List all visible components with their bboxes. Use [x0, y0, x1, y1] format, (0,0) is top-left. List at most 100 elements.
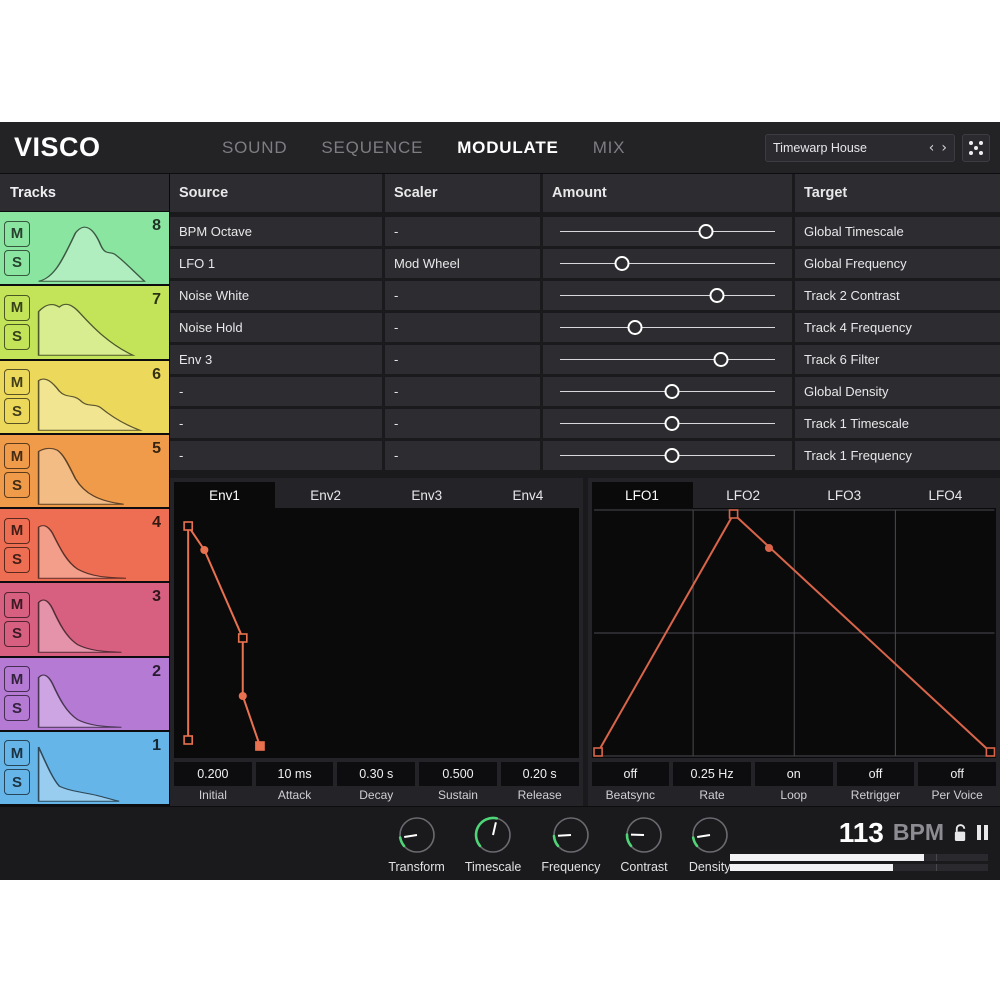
- track-row[interactable]: MS3: [0, 583, 169, 657]
- solo-button[interactable]: S: [4, 769, 30, 795]
- knob-dial[interactable]: [549, 813, 593, 857]
- mute-button[interactable]: M: [4, 518, 30, 544]
- mod-scaler-cell[interactable]: Mod Wheel: [385, 249, 540, 278]
- slider-handle[interactable]: [628, 320, 643, 335]
- mod-source-cell[interactable]: Noise White: [170, 281, 382, 310]
- track-row[interactable]: MS8: [0, 212, 169, 286]
- mod-scaler-cell[interactable]: -: [385, 313, 540, 342]
- envelope-decay-value[interactable]: 0.30 s: [337, 762, 415, 786]
- lfo-tab-lfo3[interactable]: LFO3: [794, 482, 895, 508]
- unlock-icon[interactable]: [953, 823, 968, 842]
- mod-scaler-cell[interactable]: -: [385, 377, 540, 406]
- mod-source-cell[interactable]: BPM Octave: [170, 217, 382, 246]
- mod-target-cell[interactable]: Global Timescale: [795, 217, 1000, 246]
- mod-source-cell[interactable]: -: [170, 409, 382, 438]
- mod-scaler-cell[interactable]: -: [385, 281, 540, 310]
- track-row[interactable]: MS1: [0, 732, 169, 806]
- mute-button[interactable]: M: [4, 592, 30, 618]
- knob-dial[interactable]: [471, 813, 515, 857]
- mod-target-cell[interactable]: Track 1 Timescale: [795, 409, 1000, 438]
- lfo-rate-value[interactable]: 0.25 Hz: [673, 762, 751, 786]
- mod-source-cell[interactable]: Noise Hold: [170, 313, 382, 342]
- mod-source-cell[interactable]: -: [170, 441, 382, 470]
- preset-prev-icon[interactable]: ‹: [929, 141, 935, 155]
- mod-target-cell[interactable]: Track 6 Filter: [795, 345, 1000, 374]
- mod-target-cell[interactable]: Global Frequency: [795, 249, 1000, 278]
- slider-handle[interactable]: [699, 224, 714, 239]
- curve-node[interactable]: [986, 748, 994, 756]
- mod-scaler-cell[interactable]: -: [385, 441, 540, 470]
- envelope-tab-env1[interactable]: Env1: [174, 482, 275, 508]
- tab-mix[interactable]: MIX: [593, 138, 626, 158]
- solo-button[interactable]: S: [4, 547, 30, 573]
- mod-source-cell[interactable]: Env 3: [170, 345, 382, 374]
- mod-scaler-cell[interactable]: -: [385, 409, 540, 438]
- slider-handle[interactable]: [664, 384, 679, 399]
- lfo-per-voice-value[interactable]: off: [918, 762, 996, 786]
- mod-target-cell[interactable]: Track 1 Frequency: [795, 441, 1000, 470]
- curve-node[interactable]: [200, 546, 208, 554]
- curve-node[interactable]: [239, 692, 247, 700]
- envelope-graph[interactable]: [174, 508, 579, 758]
- slider-handle[interactable]: [664, 448, 679, 463]
- envelope-initial-value[interactable]: 0.200: [174, 762, 252, 786]
- knob-timescale[interactable]: Timescale: [465, 813, 522, 874]
- knob-dial[interactable]: [688, 813, 732, 857]
- lfo-retrigger-value[interactable]: off: [837, 762, 915, 786]
- envelope-tab-env4[interactable]: Env4: [477, 482, 578, 508]
- preset-selector[interactable]: Timewarp House ‹ ›: [765, 134, 955, 162]
- envelope-sustain-value[interactable]: 0.500: [419, 762, 497, 786]
- amount-slider[interactable]: [552, 281, 783, 310]
- mute-button[interactable]: M: [4, 369, 30, 395]
- knob-dial[interactable]: [395, 813, 439, 857]
- knob-density[interactable]: Density: [688, 813, 732, 874]
- mute-button[interactable]: M: [4, 740, 30, 766]
- envelope-release-value[interactable]: 0.20 s: [501, 762, 579, 786]
- slider-handle[interactable]: [664, 416, 679, 431]
- slider-handle[interactable]: [714, 352, 729, 367]
- track-row[interactable]: MS6: [0, 361, 169, 435]
- slider-handle[interactable]: [615, 256, 630, 271]
- curve-node[interactable]: [184, 522, 192, 530]
- amount-slider[interactable]: [552, 217, 783, 246]
- preset-next-icon[interactable]: ›: [941, 141, 947, 155]
- lfo-tab-lfo4[interactable]: LFO4: [895, 482, 996, 508]
- lfo-beatsync-value[interactable]: off: [592, 762, 670, 786]
- envelope-attack-value[interactable]: 10 ms: [256, 762, 334, 786]
- tab-sound[interactable]: SOUND: [222, 138, 287, 158]
- amount-slider[interactable]: [552, 313, 783, 342]
- solo-button[interactable]: S: [4, 324, 30, 350]
- curve-node[interactable]: [594, 748, 602, 756]
- envelope-tab-env3[interactable]: Env3: [376, 482, 477, 508]
- pause-icon[interactable]: [977, 825, 988, 840]
- track-row[interactable]: MS4: [0, 509, 169, 583]
- knob-frequency[interactable]: Frequency: [541, 813, 600, 874]
- curve-node[interactable]: [239, 634, 247, 642]
- mod-target-cell[interactable]: Track 4 Frequency: [795, 313, 1000, 342]
- knob-transform[interactable]: Transform: [388, 813, 445, 874]
- knob-dial[interactable]: [622, 813, 666, 857]
- amount-slider[interactable]: [552, 377, 783, 406]
- lfo-graph[interactable]: [592, 508, 997, 758]
- lfo-loop-value[interactable]: on: [755, 762, 833, 786]
- mod-source-cell[interactable]: LFO 1: [170, 249, 382, 278]
- tab-modulate[interactable]: MODULATE: [457, 138, 558, 158]
- curve-node[interactable]: [764, 544, 772, 552]
- curve-node[interactable]: [256, 742, 264, 750]
- lfo-tab-lfo2[interactable]: LFO2: [693, 482, 794, 508]
- solo-button[interactable]: S: [4, 398, 30, 424]
- bpm-value[interactable]: 113: [839, 817, 884, 849]
- mod-scaler-cell[interactable]: -: [385, 345, 540, 374]
- tab-sequence[interactable]: SEQUENCE: [321, 138, 423, 158]
- solo-button[interactable]: S: [4, 472, 30, 498]
- amount-slider[interactable]: [552, 345, 783, 374]
- mute-button[interactable]: M: [4, 443, 30, 469]
- mod-source-cell[interactable]: -: [170, 377, 382, 406]
- amount-slider[interactable]: [552, 441, 783, 470]
- track-row[interactable]: MS7: [0, 286, 169, 360]
- mute-button[interactable]: M: [4, 666, 30, 692]
- track-row[interactable]: MS5: [0, 435, 169, 509]
- envelope-tab-env2[interactable]: Env2: [275, 482, 376, 508]
- mute-button[interactable]: M: [4, 221, 30, 247]
- curve-node[interactable]: [184, 736, 192, 744]
